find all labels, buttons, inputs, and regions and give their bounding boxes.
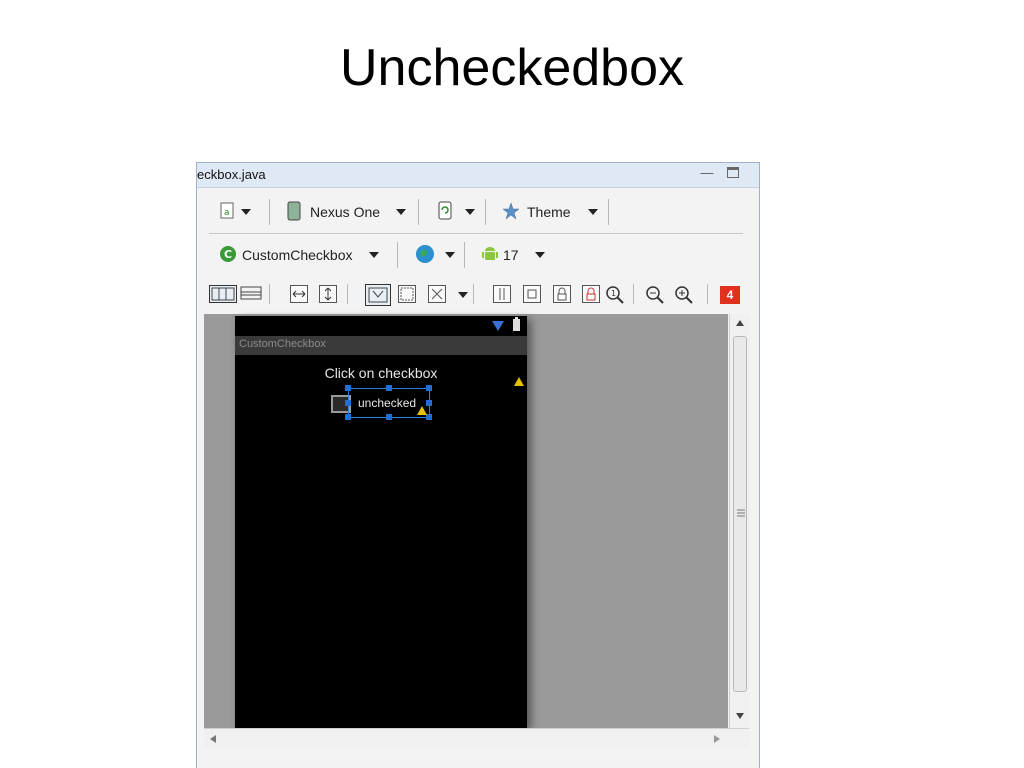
scroll-right-icon[interactable] <box>714 735 720 743</box>
slide-title: Uncheckedbox <box>340 39 684 97</box>
toolbar-separator <box>473 284 474 304</box>
chevron-down-icon[interactable] <box>458 292 468 298</box>
scroll-down-icon[interactable] <box>736 713 744 719</box>
fill-height-button[interactable] <box>319 285 337 303</box>
grip-icon <box>737 509 745 517</box>
resize-button[interactable] <box>428 285 446 303</box>
toggle-button-3[interactable] <box>553 285 571 303</box>
chevron-down-icon <box>241 209 251 215</box>
file-tab-title[interactable]: eckbox.java <box>197 167 266 182</box>
toggle-button-2[interactable] <box>523 285 541 303</box>
toolbar-separator <box>269 199 270 225</box>
resize-handle[interactable] <box>386 414 392 420</box>
resize-handle[interactable] <box>386 385 392 391</box>
device-app-bar: CustomCheckbox <box>235 336 527 355</box>
resize-handle[interactable] <box>426 385 432 391</box>
vertical-arrows-icon <box>324 287 332 301</box>
prompt-text: Click on checkbox <box>324 365 438 381</box>
api-level: 17 <box>503 247 519 263</box>
toolbar-separator <box>269 284 270 304</box>
error-lock-icon <box>586 287 596 301</box>
columns-icon <box>211 287 235 301</box>
dotted-grid-icon <box>400 287 414 301</box>
horizontal-arrows-icon <box>292 290 306 298</box>
frame-icon <box>527 289 537 299</box>
toolbar-separator <box>397 242 398 268</box>
resize-handle[interactable] <box>345 400 351 406</box>
layout-canvas[interactable]: CustomCheckbox Click on checkbox uncheck… <box>204 314 728 728</box>
layout-file-dropdown[interactable]: a <box>219 200 251 224</box>
device-preview: CustomCheckbox Click on checkbox uncheck… <box>235 316 527 728</box>
vertical-scroll-thumb[interactable] <box>733 336 747 692</box>
warning-icon <box>417 406 427 415</box>
zoom-out-icon[interactable] <box>645 285 665 310</box>
layout-editor-toolbars: a Nexus One Theme C CustomCheckbox 17 1 … <box>197 188 759 314</box>
error-badge-icon[interactable]: 4 <box>720 286 740 304</box>
rows-view-button[interactable] <box>240 285 262 303</box>
lock-icon <box>557 287 567 301</box>
file-icon: a <box>219 202 235 223</box>
locale-dropdown[interactable] <box>415 243 455 267</box>
orientation-dropdown[interactable] <box>437 200 475 224</box>
toggle-button-1[interactable] <box>493 285 511 303</box>
toolbar-divider <box>209 233 743 234</box>
vertical-scrollbar[interactable] <box>729 314 750 728</box>
toolbar-separator <box>347 284 348 304</box>
chevron-down-icon <box>445 252 455 258</box>
scroll-left-icon[interactable] <box>210 735 216 743</box>
expand-icon <box>431 288 443 300</box>
svg-text:a: a <box>224 208 230 218</box>
signal-icon <box>492 321 504 331</box>
toolbar-separator <box>707 284 708 304</box>
chevron-down-icon <box>465 209 475 215</box>
warning-icon <box>514 377 524 386</box>
chevron-down-icon <box>534 252 545 258</box>
panels-icon <box>499 288 505 300</box>
resize-handle[interactable] <box>345 385 351 391</box>
toolbar-separator <box>633 284 634 304</box>
toolbar-separator <box>485 199 486 225</box>
checkbox-label: unchecked <box>358 396 417 410</box>
app-title: CustomCheckbox <box>239 338 326 350</box>
resize-handle[interactable] <box>345 414 351 420</box>
margins-button[interactable] <box>398 285 416 303</box>
activity-name: CustomCheckbox <box>242 247 353 263</box>
zoom-in-icon[interactable] <box>674 285 694 310</box>
fill-width-button[interactable] <box>290 285 308 303</box>
minimize-button[interactable]: — <box>699 165 715 183</box>
toolbar-separator <box>608 199 609 225</box>
star-icon <box>502 201 520 223</box>
globe-icon <box>415 244 435 267</box>
editor-tab-bar: eckbox.java — <box>197 163 759 188</box>
horizontal-scrollbar[interactable] <box>204 728 749 749</box>
android-icon <box>481 245 499 266</box>
phone-icon <box>287 201 301 224</box>
toolbar-separator <box>418 199 419 225</box>
chevron-down-icon <box>587 209 598 215</box>
device-status-bar <box>235 316 527 334</box>
toggle-button-4[interactable] <box>582 285 600 303</box>
rows-icon <box>240 286 262 300</box>
svg-text:C: C <box>224 248 232 261</box>
battery-icon <box>513 317 520 331</box>
activity-dropdown[interactable]: C CustomCheckbox <box>219 243 379 267</box>
baseline-button[interactable] <box>365 284 391 306</box>
device-dropdown[interactable]: Nexus One <box>287 200 407 224</box>
baseline-icon <box>368 287 388 303</box>
layout-view-toggle-button[interactable] <box>209 285 237 303</box>
toolbar-separator <box>464 242 465 268</box>
api-level-dropdown[interactable]: 17 <box>481 243 545 267</box>
theme-dropdown[interactable]: Theme <box>502 200 598 224</box>
chevron-down-icon <box>396 209 407 215</box>
rotate-icon <box>437 201 453 224</box>
editor-window: eckbox.java — a Nexus One Theme C Custom… <box>196 162 760 768</box>
maximize-button[interactable] <box>727 167 739 178</box>
theme-name: Theme <box>527 204 571 220</box>
scroll-up-icon[interactable] <box>736 320 744 326</box>
zoom-actual-size-icon[interactable]: 1 <box>605 285 625 310</box>
chevron-down-icon <box>368 252 379 258</box>
device-name: Nexus One <box>310 204 381 220</box>
activity-c-icon: C <box>219 245 237 266</box>
svg-text:1: 1 <box>611 289 616 298</box>
